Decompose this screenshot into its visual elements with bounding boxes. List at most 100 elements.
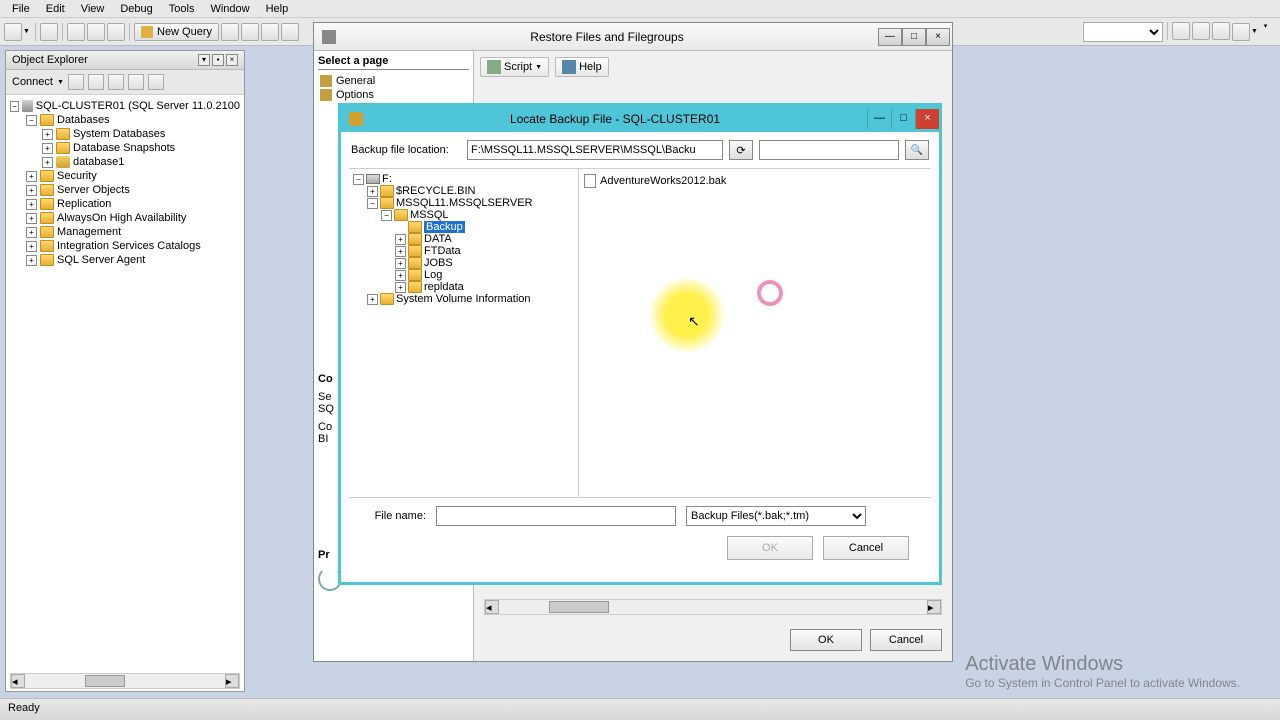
locate-titlebar[interactable]: Locate Backup File - SQL-CLUSTER01 — □ × (341, 106, 939, 132)
expander-icon[interactable]: + (42, 143, 53, 154)
data-node[interactable]: DATA (424, 233, 452, 245)
close-icon[interactable]: × (926, 28, 950, 46)
filter-icon[interactable] (148, 74, 164, 90)
menu-file[interactable]: File (4, 1, 38, 17)
script-button[interactable]: Script▼ (480, 57, 549, 77)
restore-ok-button[interactable]: OK (790, 629, 862, 651)
restore-h-scrollbar[interactable]: ◂ ▸ (484, 599, 942, 615)
minimize-icon[interactable]: — (867, 109, 891, 129)
expander-icon[interactable]: + (26, 241, 37, 252)
mssql-node[interactable]: MSSQL (410, 209, 449, 221)
maximize-icon[interactable]: □ (891, 109, 915, 129)
mssqlserver-node[interactable]: MSSQL11.MSSQLSERVER (396, 197, 533, 209)
expander-icon[interactable]: + (395, 246, 406, 257)
toolbar-overflow-icon[interactable]: ▾ (1261, 22, 1270, 42)
scrollbar-right-icon[interactable]: ▸ (927, 600, 941, 614)
backup-node[interactable]: Backup (424, 221, 465, 233)
scrollbar-thumb[interactable] (549, 601, 609, 613)
chevron-down-icon[interactable]: ▼ (22, 28, 31, 35)
server-objects-node[interactable]: Server Objects (57, 184, 130, 196)
expander-icon[interactable]: + (367, 294, 378, 305)
sql-agent-node[interactable]: SQL Server Agent (57, 254, 145, 266)
tb-open-icon[interactable] (40, 23, 58, 41)
tb-query3-icon[interactable] (261, 23, 279, 41)
locate-ok-button[interactable]: OK (727, 536, 813, 560)
database-combo[interactable] (1083, 22, 1163, 42)
filter-input[interactable] (759, 140, 899, 160)
maximize-icon[interactable]: □ (902, 28, 926, 46)
ftdata-node[interactable]: FTData (424, 245, 461, 257)
recycle-node[interactable]: $RECYCLE.BIN (396, 185, 475, 197)
page-options[interactable]: Options (318, 88, 469, 102)
management-node[interactable]: Management (57, 226, 121, 238)
oe-close-icon[interactable]: × (226, 54, 238, 66)
tb-stop-icon[interactable] (1212, 22, 1230, 40)
jobs-node[interactable]: JOBS (424, 257, 453, 269)
expander-icon[interactable]: + (26, 213, 37, 224)
expander-icon[interactable]: − (26, 115, 37, 126)
connect-icon[interactable] (68, 74, 84, 90)
expander-icon[interactable]: + (42, 157, 53, 168)
file-name-input[interactable] (436, 506, 676, 526)
stop-icon[interactable] (108, 74, 124, 90)
tb-save-icon[interactable] (87, 23, 105, 41)
oe-dropdown-icon[interactable]: ▾ (198, 54, 210, 66)
menu-tools[interactable]: Tools (161, 1, 203, 17)
databases-node[interactable]: Databases (57, 114, 110, 126)
chevron-down-icon[interactable]: ▼ (57, 79, 64, 86)
menu-window[interactable]: Window (202, 1, 257, 17)
restore-cancel-button[interactable]: Cancel (870, 629, 942, 651)
restore-titlebar[interactable]: Restore Files and Filegroups — □ × (314, 23, 952, 51)
tb-new-project-icon[interactable] (4, 23, 22, 41)
menu-help[interactable]: Help (258, 1, 297, 17)
expander-icon[interactable]: + (26, 227, 37, 238)
tb-query1-icon[interactable] (221, 23, 239, 41)
folder-tree[interactable]: −F: +$RECYCLE.BIN −MSSQL11.MSSQLSERVER −… (349, 169, 579, 497)
connect-label[interactable]: Connect (12, 76, 53, 88)
oe-pin-icon[interactable]: ▪ (212, 54, 224, 66)
scrollbar-right-icon[interactable]: ▸ (225, 674, 239, 688)
expander-icon[interactable]: + (42, 129, 53, 140)
refresh-icon[interactable] (128, 74, 144, 90)
expander-icon[interactable]: + (26, 199, 37, 210)
expander-icon[interactable]: + (395, 270, 406, 281)
svi-node[interactable]: System Volume Information (396, 293, 531, 305)
expander-icon[interactable]: + (395, 234, 406, 245)
locate-cancel-button[interactable]: Cancel (823, 536, 909, 560)
tb-debug-icon[interactable] (1192, 22, 1210, 40)
menu-edit[interactable]: Edit (38, 1, 73, 17)
scrollbar-thumb[interactable] (85, 675, 125, 687)
close-icon[interactable]: × (915, 109, 939, 129)
replication-node[interactable]: Replication (57, 198, 111, 210)
expander-icon[interactable]: + (26, 255, 37, 266)
scrollbar-left-icon[interactable]: ◂ (485, 600, 499, 614)
page-general[interactable]: General (318, 74, 469, 88)
object-explorer-tree[interactable]: −SQL-CLUSTER01 (SQL Server 11.0.2100 −Da… (6, 95, 244, 685)
disconnect-icon[interactable] (88, 74, 104, 90)
file-list[interactable]: AdventureWorks2012.bak (579, 169, 931, 497)
database1-node[interactable]: database1 (73, 156, 124, 168)
chevron-down-icon[interactable]: ▼ (1250, 28, 1259, 35)
repldata-node[interactable]: repldata (424, 281, 464, 293)
file-item[interactable]: AdventureWorks2012.bak (583, 173, 927, 189)
tb-execute-icon[interactable] (1172, 22, 1190, 40)
database-snapshots-node[interactable]: Database Snapshots (73, 142, 175, 154)
file-type-select[interactable]: Backup Files(*.bak;*.tm) (686, 506, 866, 526)
new-query-button[interactable]: New Query (134, 23, 219, 41)
scrollbar-left-icon[interactable]: ◂ (11, 674, 25, 688)
tb-parse-icon[interactable] (1232, 23, 1250, 41)
menu-view[interactable]: View (73, 1, 113, 17)
integration-services-node[interactable]: Integration Services Catalogs (57, 240, 201, 252)
expander-icon[interactable]: − (353, 174, 364, 185)
minimize-icon[interactable]: — (878, 28, 902, 46)
help-button[interactable]: Help (555, 57, 609, 77)
tb-open-file-icon[interactable] (67, 23, 85, 41)
expander-icon[interactable]: − (367, 198, 378, 209)
expander-icon[interactable]: + (395, 258, 406, 269)
expander-icon[interactable]: + (26, 185, 37, 196)
expander-icon[interactable]: + (395, 282, 406, 293)
backup-location-input[interactable] (467, 140, 723, 160)
server-node[interactable]: SQL-CLUSTER01 (SQL Server 11.0.2100 (36, 100, 240, 112)
security-node[interactable]: Security (57, 170, 97, 182)
drive-node[interactable]: F: (382, 173, 392, 185)
